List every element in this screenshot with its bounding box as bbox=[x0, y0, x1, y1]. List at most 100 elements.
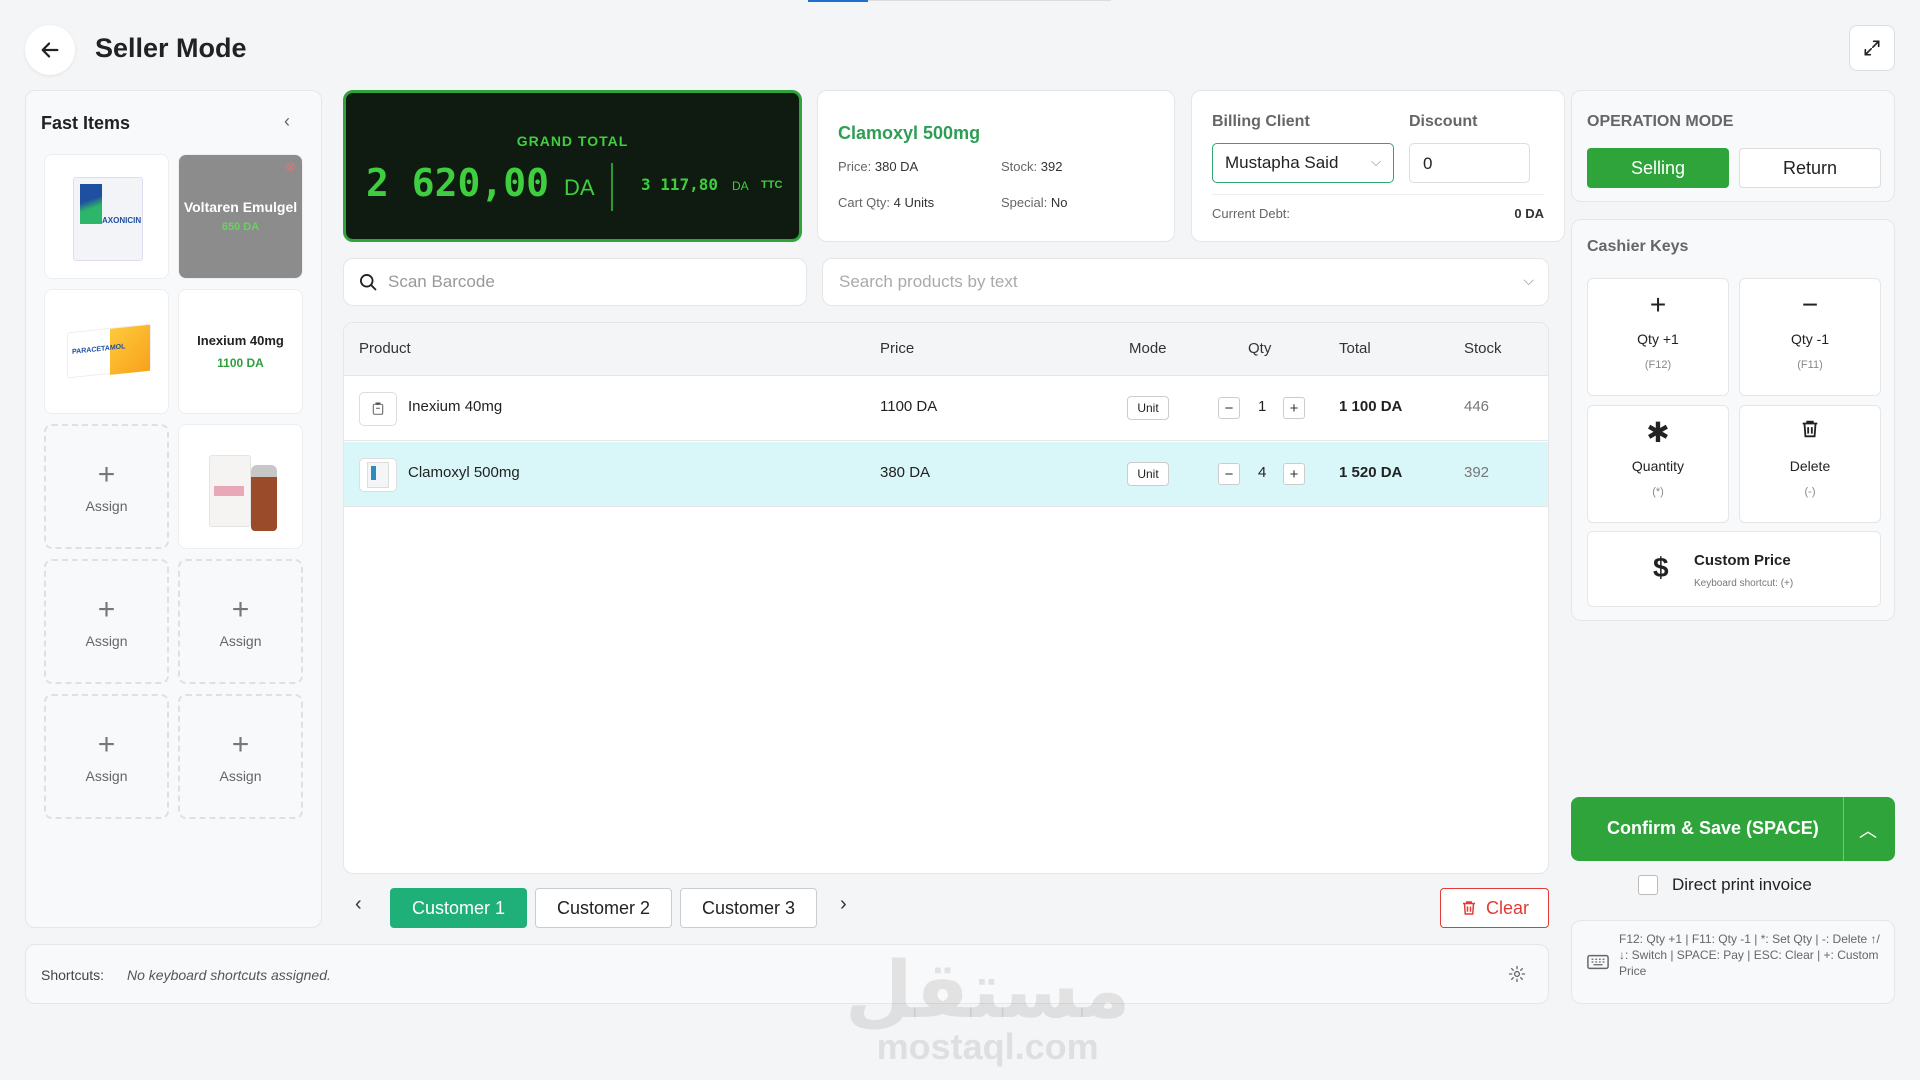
column-header: Price bbox=[880, 340, 915, 357]
plus-icon: + bbox=[1649, 289, 1667, 320]
billing-client-select[interactable]: Mustapha Said ⌵ bbox=[1212, 143, 1394, 183]
billing-panel: Billing Client Discount Mustapha Said ⌵ … bbox=[1191, 90, 1565, 242]
clear-button[interactable]: Clear bbox=[1440, 888, 1549, 928]
unit-mode-selector[interactable]: Unit bbox=[1127, 396, 1169, 420]
cart-value: 4 Units bbox=[893, 195, 935, 210]
chevron-down-icon: ⌵ bbox=[1523, 272, 1534, 288]
selected-product-info: Clamoxyl 500mg Price: 380 DA Stock: 392 … bbox=[817, 90, 1175, 242]
product-name: Clamoxyl 500mg bbox=[838, 123, 981, 143]
fast-item-assign-slot[interactable]: + Assign bbox=[178, 694, 303, 819]
custom-price-key[interactable]: $ Custom Price Keyboard shortcut: (+) bbox=[1587, 531, 1881, 607]
cashier-keys-panel: Cashier Keys + Qty +1 (F12) − Qty -1 (F1… bbox=[1571, 219, 1895, 621]
chevron-up-icon[interactable]: ︿ bbox=[1859, 817, 1877, 843]
assign-label: Assign bbox=[85, 767, 128, 784]
discount-input[interactable]: 0 bbox=[1409, 143, 1530, 183]
divider bbox=[1212, 194, 1544, 195]
top-progress-track bbox=[868, 0, 1111, 1]
return-mode-button[interactable]: Return bbox=[1739, 148, 1881, 188]
barcode-input[interactable]: Scan Barcode bbox=[343, 258, 807, 306]
fast-item-paracetamol[interactable]: PARACETAMOL bbox=[44, 289, 169, 414]
key-label: Qty +1 bbox=[1637, 331, 1679, 347]
plus-icon: + bbox=[231, 592, 250, 626]
row-total: 1 520 DA bbox=[1339, 464, 1403, 481]
chevron-right-icon[interactable]: › bbox=[840, 893, 847, 916]
current-debt-value: 0 DA bbox=[1514, 206, 1544, 221]
fast-item-syrup[interactable] bbox=[178, 424, 303, 549]
stock-value: 392 bbox=[1040, 159, 1063, 174]
qty-decrement-button[interactable]: − bbox=[1218, 397, 1240, 419]
confirm-save-button[interactable]: Confirm & Save (SPACE) ︿ bbox=[1571, 797, 1895, 861]
column-header: Qty bbox=[1248, 340, 1272, 357]
watermark-arabic: مستقل bbox=[845, 946, 1131, 1036]
fast-item-assign-slot[interactable]: + Assign bbox=[44, 559, 169, 684]
table-row[interactable]: Inexium 40mg 1100 DA Unit − 1 + 1 100 DA… bbox=[344, 376, 1548, 441]
fast-item-assign-slot[interactable]: + Assign bbox=[178, 559, 303, 684]
direct-print-checkbox[interactable] bbox=[1638, 875, 1658, 895]
product-image: PARACETAMOL bbox=[67, 323, 151, 379]
key-label: Quantity bbox=[1631, 458, 1685, 474]
keyboard-help-text: F12: Qty +1 | F11: Qty -1 | *: Set Qty |… bbox=[1619, 932, 1880, 979]
gear-icon[interactable] bbox=[1508, 965, 1526, 983]
fast-item-inexium[interactable]: Inexium 40mg 1100 DA bbox=[178, 289, 303, 414]
ttc-tag: TTC bbox=[761, 179, 783, 191]
tab-customer-1[interactable]: Customer 1 bbox=[390, 888, 527, 928]
qty-plus-key[interactable]: + Qty +1 (F12) bbox=[1587, 278, 1729, 396]
grand-total-display: GRAND TOTAL 2 620,00 DA 3 117,80 DA TTC bbox=[343, 90, 802, 242]
grand-total-label: GRAND TOTAL bbox=[516, 133, 629, 149]
divider bbox=[1843, 797, 1844, 861]
direct-print-label: Direct print invoice bbox=[1672, 875, 1812, 894]
key-label: Delete bbox=[1789, 458, 1831, 474]
back-button[interactable] bbox=[25, 25, 75, 75]
arrow-left-icon bbox=[41, 42, 59, 58]
unit-mode-selector[interactable]: Unit bbox=[1127, 462, 1169, 486]
chevron-left-icon[interactable]: ‹ bbox=[355, 893, 362, 916]
product-name: Inexium 40mg bbox=[408, 398, 503, 415]
search-icon bbox=[360, 274, 377, 291]
clear-label: Clear bbox=[1485, 897, 1529, 918]
fast-item-axonicin[interactable]: AXONICIN bbox=[44, 154, 169, 279]
column-header: Product bbox=[359, 340, 411, 357]
shortcuts-bar: Shortcuts: No keyboard shortcuts assigne… bbox=[25, 944, 1549, 1004]
special-value: No bbox=[1050, 195, 1068, 210]
assign-label: Assign bbox=[219, 632, 262, 649]
qty-increment-button[interactable]: + bbox=[1283, 397, 1305, 419]
confirm-label: Confirm & Save (SPACE) bbox=[1607, 818, 1819, 838]
selling-mode-button[interactable]: Selling bbox=[1587, 148, 1729, 188]
key-shortcut: (F11) bbox=[1797, 359, 1823, 371]
billing-client-label: Billing Client bbox=[1212, 113, 1310, 130]
product-search-select[interactable]: Search products by text ⌵ bbox=[822, 258, 1549, 306]
remove-icon[interactable]: ⊗ bbox=[285, 159, 296, 175]
cart-label: Cart Qty: bbox=[838, 195, 891, 210]
column-header: Total bbox=[1339, 340, 1371, 357]
qty-decrement-button[interactable]: − bbox=[1218, 463, 1240, 485]
collapse-chevron-icon[interactable]: ‹ bbox=[284, 111, 290, 132]
tab-customer-3[interactable]: Customer 3 bbox=[680, 888, 817, 928]
fast-item-assign-slot[interactable]: + Assign bbox=[44, 694, 169, 819]
row-stock: 392 bbox=[1464, 464, 1490, 481]
quantity-key[interactable]: ✱ Quantity (*) bbox=[1587, 405, 1729, 523]
plus-icon: + bbox=[231, 727, 250, 761]
plus-icon: + bbox=[97, 727, 116, 761]
expand-icon bbox=[1864, 40, 1880, 56]
direct-print-toggle[interactable]: Direct print invoice bbox=[1638, 875, 1812, 895]
fast-item-assign-slot[interactable]: + Assign bbox=[44, 424, 169, 549]
page-title: Seller Mode bbox=[95, 33, 247, 63]
stock-label: Stock: bbox=[1001, 159, 1038, 174]
delete-key[interactable]: Delete (-) bbox=[1739, 405, 1881, 523]
table-row[interactable]: Clamoxyl 500mg 380 DA Unit − 4 + 1 520 D… bbox=[344, 442, 1548, 507]
fast-item-price: 650 DA bbox=[221, 221, 260, 234]
minus-icon: − bbox=[1801, 289, 1819, 320]
tab-customer-2[interactable]: Customer 2 bbox=[535, 888, 672, 928]
operation-mode-title: OPERATION MODE bbox=[1587, 113, 1734, 130]
watermark-latin: mostaql.com bbox=[876, 1026, 1099, 1067]
key-shortcut: (*) bbox=[1652, 486, 1664, 498]
qty-minus-key[interactable]: − Qty -1 (F11) bbox=[1739, 278, 1881, 396]
fast-item-voltaren[interactable]: ⊗ Voltaren Emulgel 650 DA bbox=[178, 154, 303, 279]
grand-total-currency: DA bbox=[564, 175, 595, 200]
barcode-placeholder: Scan Barcode bbox=[388, 272, 495, 291]
qty-increment-button[interactable]: + bbox=[1283, 463, 1305, 485]
assign-label: Assign bbox=[85, 497, 128, 514]
bottle-image bbox=[251, 465, 277, 531]
fullscreen-button[interactable] bbox=[1849, 25, 1895, 71]
trash-icon bbox=[1462, 901, 1475, 915]
